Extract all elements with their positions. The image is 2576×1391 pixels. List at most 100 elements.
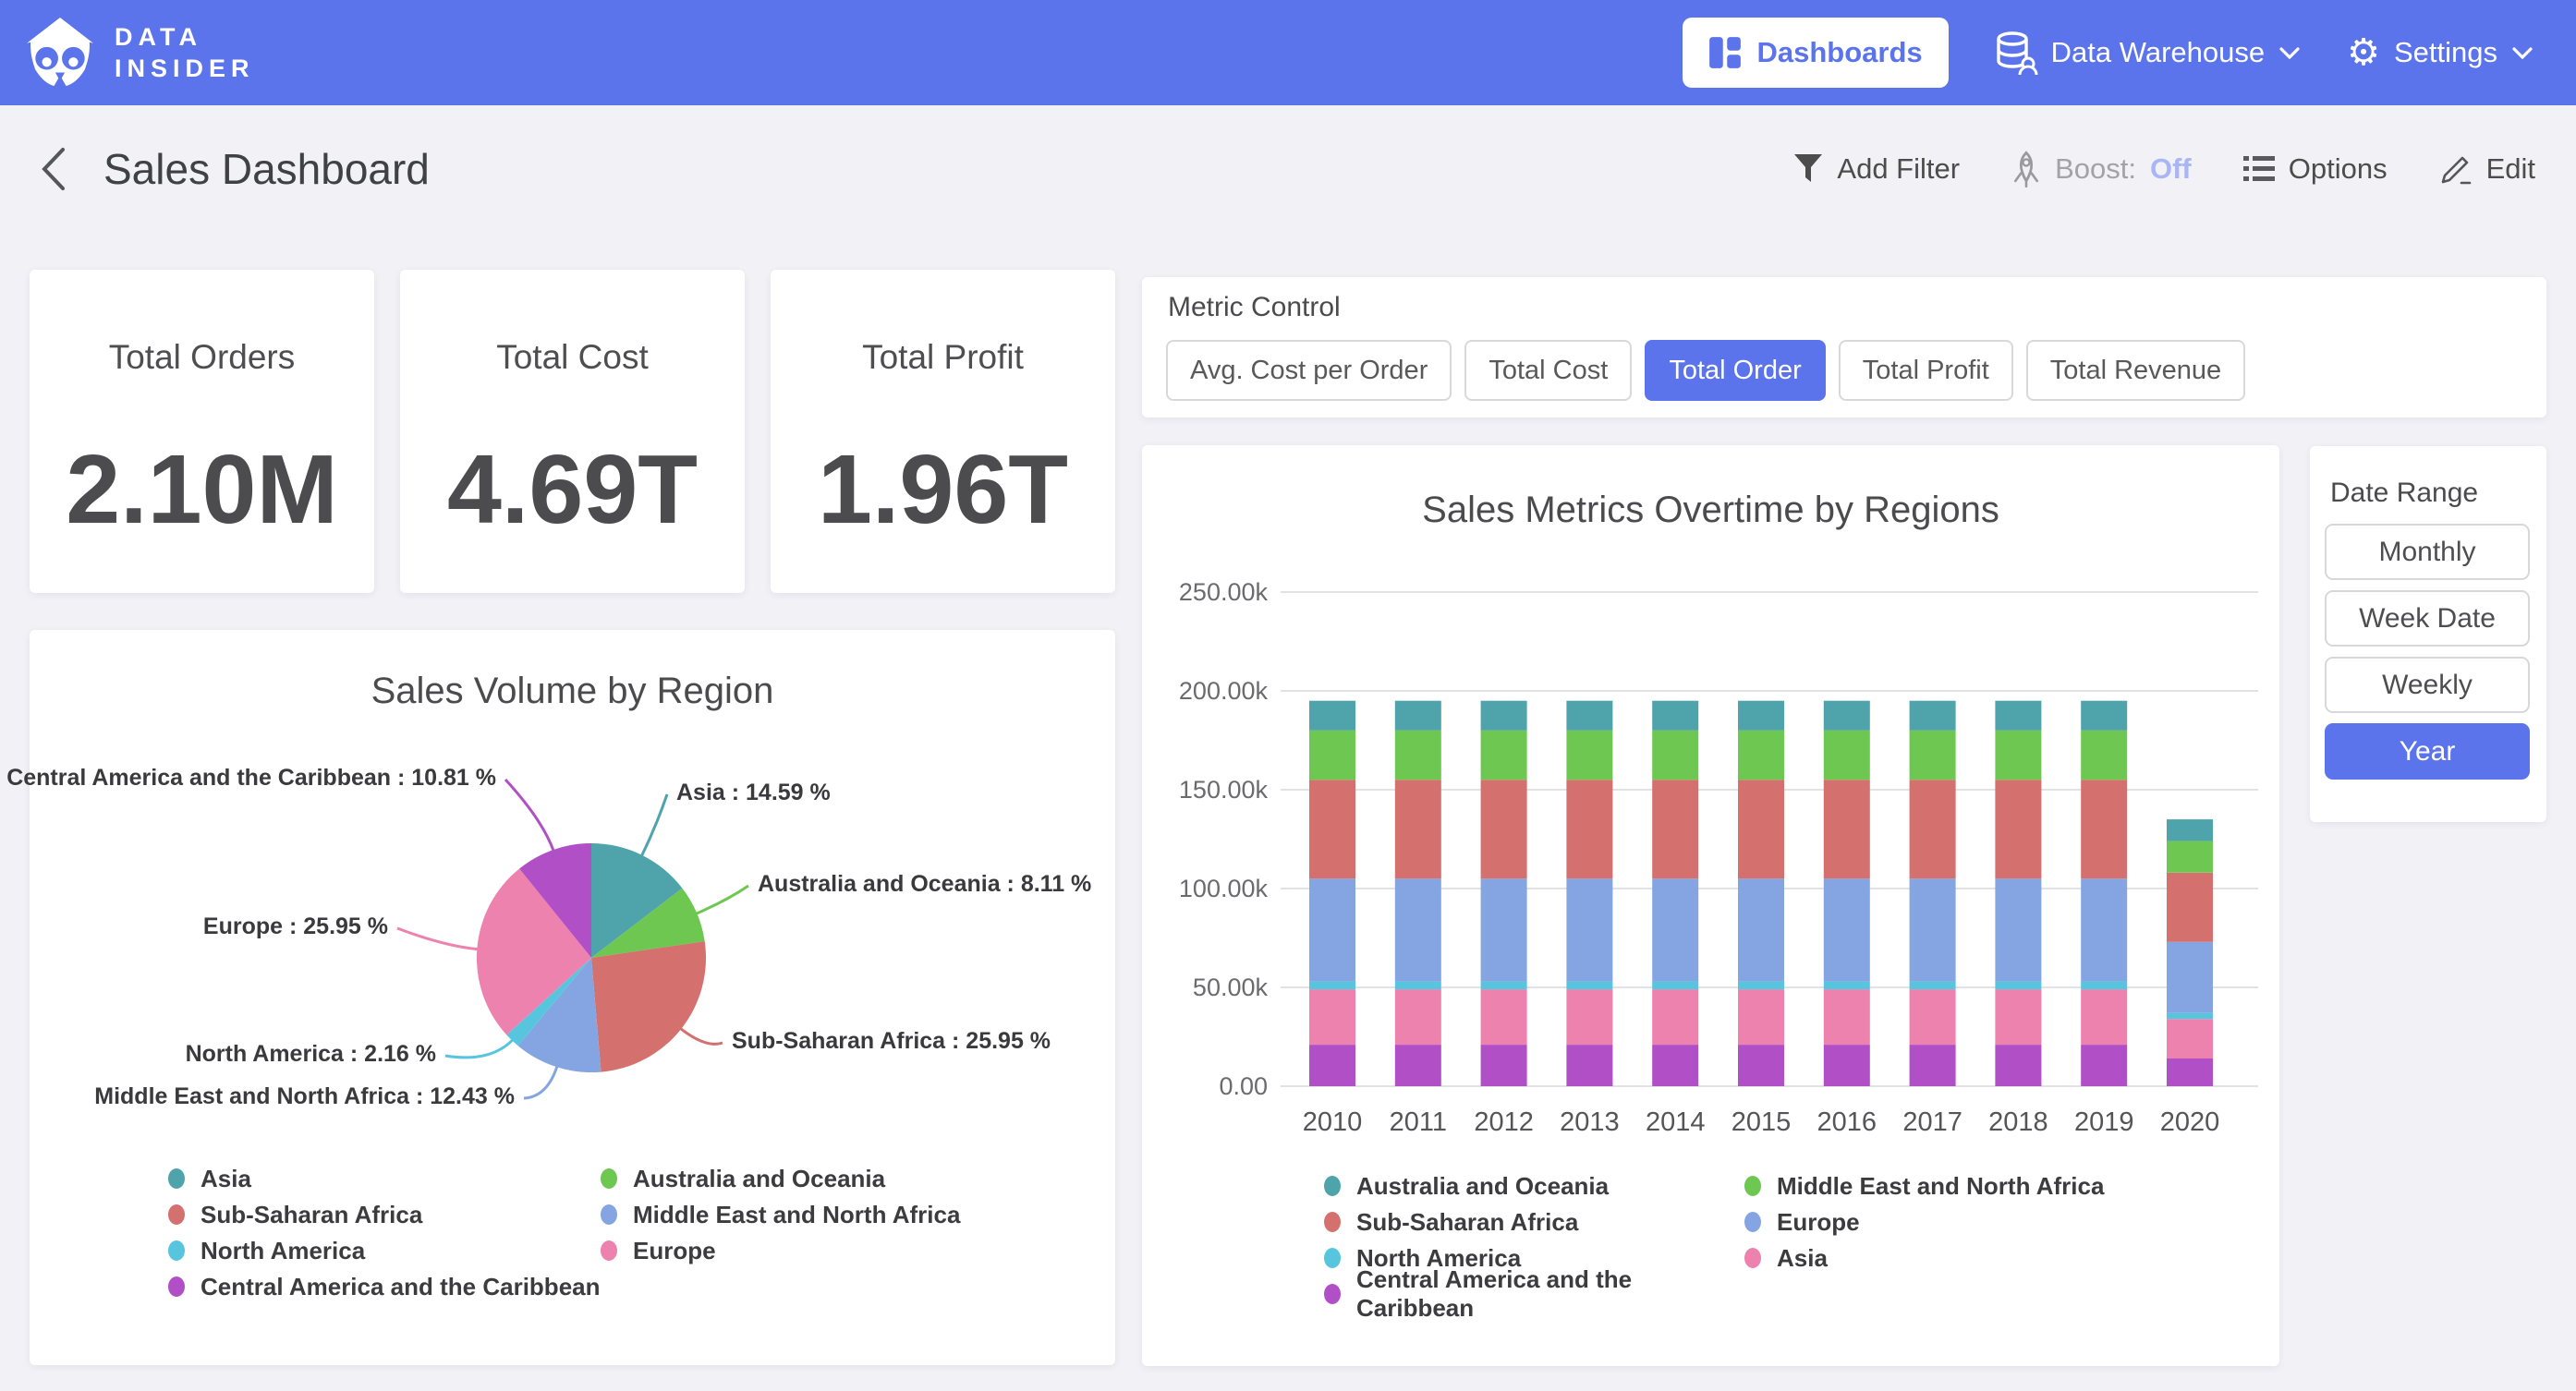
bar-segment-sub-saharan-africa-2012[interactable] [1481,780,1527,878]
bar-segment-europe-2010[interactable] [1309,878,1355,981]
bar-segment-middle-east-and-north-africa-2017[interactable] [1910,731,1956,780]
back-button[interactable] [37,145,68,193]
bar-segment-middle-east-and-north-africa-2014[interactable] [1652,731,1698,780]
bar-segment-australia-and-oceania-2017[interactable] [1910,701,1956,731]
bar-segment-europe-2016[interactable] [1824,878,1870,981]
bar-segment-sub-saharan-africa-2020[interactable] [2167,873,2213,942]
bar-legend-item-sub-saharan-africa[interactable]: Sub-Saharan Africa [1324,1211,1744,1233]
bar-segment-australia-and-oceania-2013[interactable] [1566,701,1612,731]
bar-segment-asia-2020[interactable] [2167,1019,2213,1058]
nav-dashboards-button[interactable]: Dashboards [1683,18,1948,88]
bar-segment-sub-saharan-africa-2014[interactable] [1652,780,1698,878]
bar-segment-middle-east-and-north-africa-2018[interactable] [1995,731,2041,780]
add-filter-button[interactable]: Add Filter [1793,152,1960,186]
edit-button[interactable]: Edit [2439,152,2535,186]
bar-segment-europe-2012[interactable] [1481,878,1527,981]
bar-segment-central-america-and-the-caribbean-2017[interactable] [1910,1045,1956,1086]
nav-settings-button[interactable]: ⚙ Settings [2347,34,2533,71]
bar-segment-europe-2020[interactable] [2167,942,2213,1013]
bar-segment-north-america-2013[interactable] [1566,982,1612,990]
bar-legend-item-central-america-and-the-caribbean[interactable]: Central America and the Caribbean [1324,1283,1744,1305]
bar-segment-europe-2013[interactable] [1566,878,1612,981]
bar-legend-item-middle-east-and-north-africa[interactable]: Middle East and North Africa [1744,1175,2104,1197]
metric-option-avg-cost-per-order[interactable]: Avg. Cost per Order [1166,340,1452,401]
bar-segment-middle-east-and-north-africa-2011[interactable] [1395,731,1441,780]
bar-segment-asia-2019[interactable] [2081,989,2127,1045]
boost-toggle[interactable]: Boost: Off [2011,151,2192,187]
bar-segment-north-america-2012[interactable] [1481,982,1527,990]
bar-segment-central-america-and-the-caribbean-2015[interactable] [1738,1045,1784,1086]
bar-segment-central-america-and-the-caribbean-2013[interactable] [1566,1045,1612,1086]
bar-segment-north-america-2016[interactable] [1824,982,1870,990]
bar-segment-middle-east-and-north-africa-2020[interactable] [2167,841,2213,873]
bar-segment-asia-2014[interactable] [1652,989,1698,1045]
bar-segment-north-america-2014[interactable] [1652,982,1698,990]
bar-segment-australia-and-oceania-2020[interactable] [2167,819,2213,841]
bar-segment-europe-2018[interactable] [1995,878,2041,981]
bar-segment-australia-and-oceania-2010[interactable] [1309,701,1355,731]
bar-segment-middle-east-and-north-africa-2016[interactable] [1824,731,1870,780]
bar-segment-europe-2014[interactable] [1652,878,1698,981]
pie-legend-item-central-america-and-the-caribbean[interactable]: Central America and the Caribbean [168,1276,601,1298]
date-range-option-monthly[interactable]: Monthly [2325,524,2530,580]
bar-segment-north-america-2019[interactable] [2081,982,2127,990]
bar-segment-asia-2015[interactable] [1738,989,1784,1045]
bar-segment-central-america-and-the-caribbean-2016[interactable] [1824,1045,1870,1086]
bar-segment-australia-and-oceania-2014[interactable] [1652,701,1698,731]
bar-segment-asia-2011[interactable] [1395,989,1441,1045]
bar-segment-asia-2012[interactable] [1481,989,1527,1045]
bar-segment-sub-saharan-africa-2018[interactable] [1995,780,2041,878]
bar-segment-north-america-2018[interactable] [1995,982,2041,990]
bar-segment-central-america-and-the-caribbean-2019[interactable] [2081,1045,2127,1086]
bar-segment-asia-2010[interactable] [1309,989,1355,1045]
date-range-option-year[interactable]: Year [2325,723,2530,780]
bar-segment-north-america-2011[interactable] [1395,982,1441,990]
bar-segment-australia-and-oceania-2011[interactable] [1395,701,1441,731]
pie-legend-item-australia-and-oceania[interactable]: Australia and Oceania [601,1167,960,1190]
pie-legend-item-asia[interactable]: Asia [168,1167,601,1190]
pie-legend-item-sub-saharan-africa[interactable]: Sub-Saharan Africa [168,1204,601,1226]
bar-segment-australia-and-oceania-2019[interactable] [2081,701,2127,731]
bar-segment-middle-east-and-north-africa-2012[interactable] [1481,731,1527,780]
bar-segment-australia-and-oceania-2015[interactable] [1738,701,1784,731]
date-range-option-weekly[interactable]: Weekly [2325,657,2530,713]
bar-segment-middle-east-and-north-africa-2019[interactable] [2081,731,2127,780]
bar-segment-north-america-2010[interactable] [1309,982,1355,990]
bar-segment-europe-2015[interactable] [1738,878,1784,981]
bar-segment-central-america-and-the-caribbean-2020[interactable] [2167,1058,2213,1086]
options-button[interactable]: Options [2243,152,2388,186]
bar-segment-central-america-and-the-caribbean-2018[interactable] [1995,1045,2041,1086]
bar-segment-central-america-and-the-caribbean-2012[interactable] [1481,1045,1527,1086]
bar-segment-central-america-and-the-caribbean-2011[interactable] [1395,1045,1441,1086]
pie-legend-item-europe[interactable]: Europe [601,1240,960,1262]
bar-legend-item-australia-and-oceania[interactable]: Australia and Oceania [1324,1175,1744,1197]
bar-segment-central-america-and-the-caribbean-2014[interactable] [1652,1045,1698,1086]
bar-segment-middle-east-and-north-africa-2013[interactable] [1566,731,1612,780]
bar-segment-australia-and-oceania-2016[interactable] [1824,701,1870,731]
bar-legend-item-asia[interactable]: Asia [1744,1247,2104,1269]
metric-option-total-cost[interactable]: Total Cost [1464,340,1632,401]
bar-segment-europe-2017[interactable] [1910,878,1956,981]
pie-legend-item-north-america[interactable]: North America [168,1240,601,1262]
bar-segment-sub-saharan-africa-2013[interactable] [1566,780,1612,878]
bar-segment-north-america-2020[interactable] [2167,1013,2213,1019]
bar-segment-asia-2017[interactable] [1910,989,1956,1045]
pie-slice-sub-saharan-africa[interactable] [591,941,706,1072]
bar-segment-north-america-2017[interactable] [1910,982,1956,990]
bar-segment-sub-saharan-africa-2017[interactable] [1910,780,1956,878]
bar-segment-australia-and-oceania-2018[interactable] [1995,701,2041,731]
bar-segment-middle-east-and-north-africa-2010[interactable] [1309,731,1355,780]
metric-option-total-revenue[interactable]: Total Revenue [2026,340,2245,401]
bar-segment-central-america-and-the-caribbean-2010[interactable] [1309,1045,1355,1086]
pie-legend-item-middle-east-and-north-africa[interactable]: Middle East and North Africa [601,1204,960,1226]
bar-segment-sub-saharan-africa-2010[interactable] [1309,780,1355,878]
bar-segment-sub-saharan-africa-2011[interactable] [1395,780,1441,878]
bar-segment-asia-2013[interactable] [1566,989,1612,1045]
bar-segment-australia-and-oceania-2012[interactable] [1481,701,1527,731]
bar-segment-north-america-2015[interactable] [1738,982,1784,990]
bar-segment-asia-2016[interactable] [1824,989,1870,1045]
bar-segment-middle-east-and-north-africa-2015[interactable] [1738,731,1784,780]
bar-segment-europe-2011[interactable] [1395,878,1441,981]
bar-segment-asia-2018[interactable] [1995,989,2041,1045]
bar-segment-sub-saharan-africa-2019[interactable] [2081,780,2127,878]
